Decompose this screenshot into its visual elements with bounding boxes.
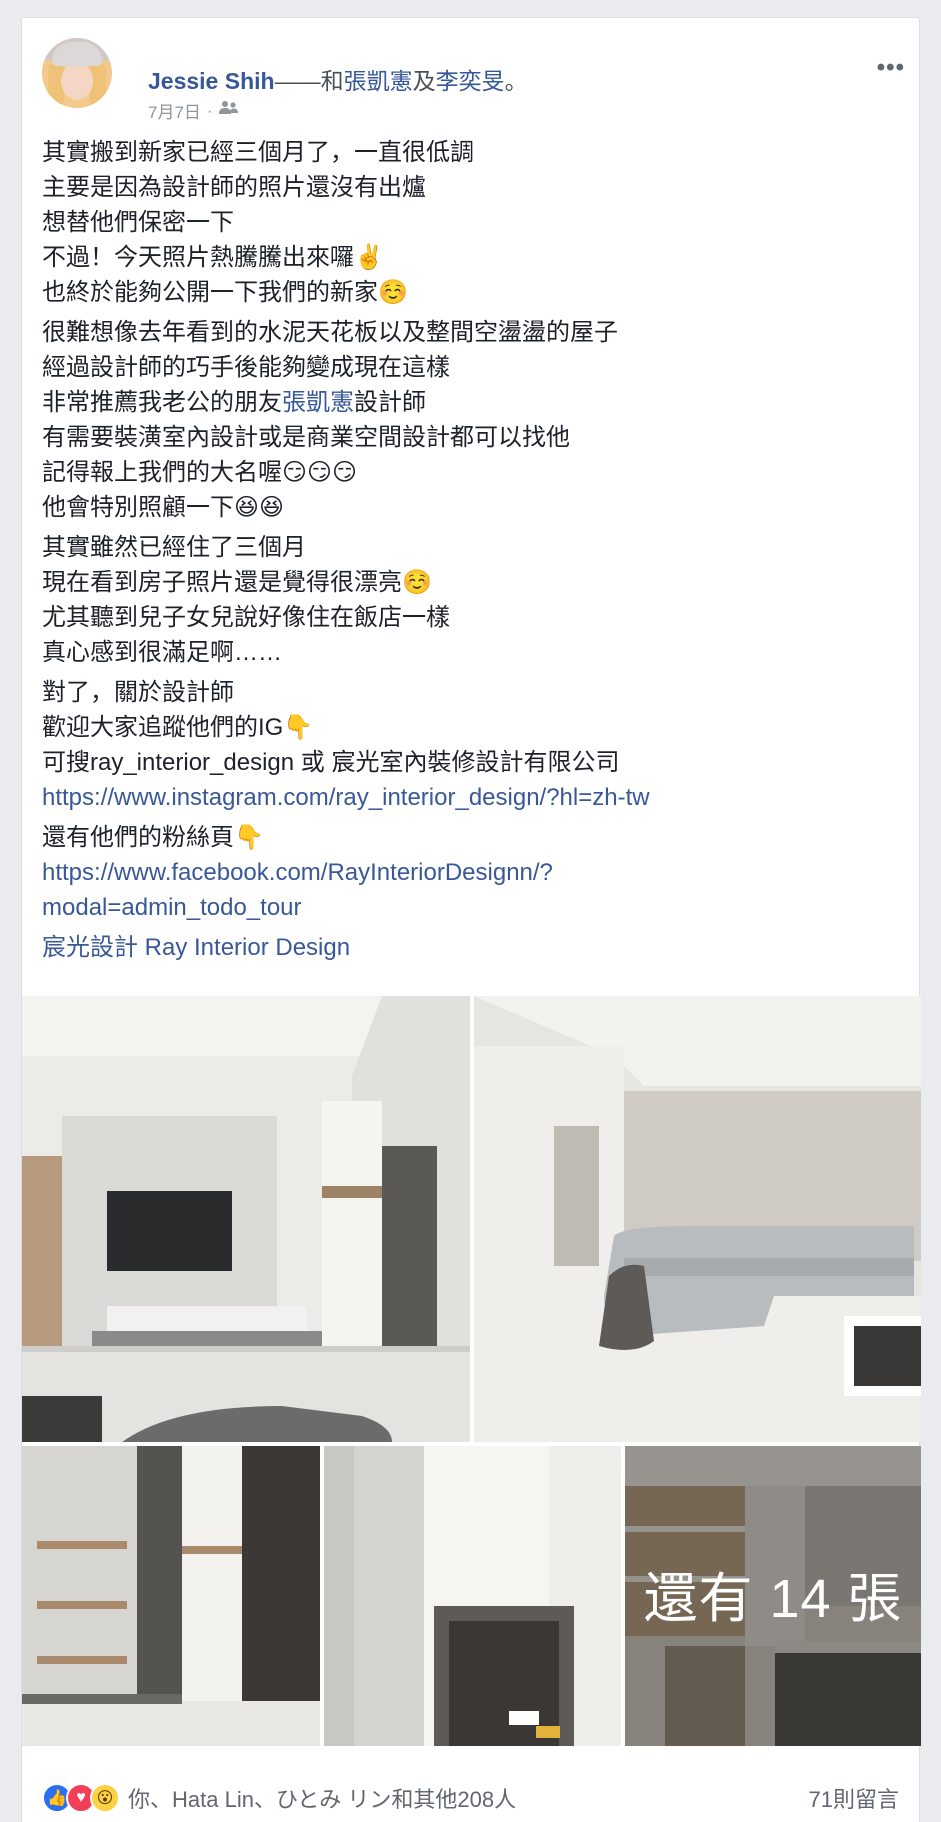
text-line: 其實雖然已經住了三個月 (42, 534, 306, 561)
post-meta: 7月7日 · (148, 98, 239, 123)
text-segment: 設計師 (354, 389, 426, 416)
author-name[interactable]: Jessie Shih (148, 68, 275, 94)
text-line: 其實搬到新家已經三個月了，一直很低調 (42, 139, 474, 166)
paragraph-3: 其實雖然已經住了三個月 現在看到房子照片還是覺得很漂亮☺️ 尤其聽到兒子女兒說好… (42, 530, 902, 670)
text-line: 想替他們保密一下 (42, 209, 234, 236)
facebook-page-link[interactable]: https://www.facebook.com/RayInteriorDesi… (42, 855, 902, 890)
designer-mention-link[interactable]: 張凱憲 (282, 389, 354, 416)
photo-living-room-sofa[interactable] (474, 996, 921, 1442)
text-line: 有需要裝潢室內設計或是商業空間設計都可以找他 (42, 424, 570, 451)
post-card: Jessie Shih——和張凱憲及李奕旻。 7月7日 · ••• 其實搬到新家… (21, 17, 921, 1822)
name-suffix: 。 (504, 68, 528, 94)
photo-cabinet[interactable] (324, 1446, 621, 1746)
text-line: 主要是因為設計師的照片還沒有出爐 (42, 174, 426, 201)
page-mention-link[interactable]: 宸光設計 Ray Interior Design (42, 930, 902, 965)
paragraph-4: 對了，關於設計師 歡迎大家追蹤他們的IG👇 可搜ray_interior_des… (42, 675, 902, 815)
paragraph-6: 宸光設計 Ray Interior Design (42, 930, 902, 965)
facebook-page-link-cont[interactable]: modal=admin_todo_tour (42, 890, 902, 925)
text-line: 記得報上我們的大名喔😏😏😏 (42, 459, 358, 486)
text-line: 還有他們的粉絲頁👇 (42, 824, 264, 851)
text-line: 經過設計師的巧手後能夠變成現在這樣 (42, 354, 450, 381)
text-line: 非常推薦我老公的朋友張凱憲設計師 (42, 385, 902, 420)
paragraph-5: 還有他們的粉絲頁👇 https://www.facebook.com/RayIn… (42, 820, 902, 925)
wow-icon: 😮 (90, 1783, 120, 1813)
text-line: 現在看到房子照片還是覺得很漂亮☺️ (42, 569, 432, 596)
text-segment: 非常推薦我老公的朋友 (42, 389, 282, 416)
with-prefix: ——和 (274, 68, 344, 94)
text-line: 真心感到很滿足啊…… (42, 639, 282, 666)
reaction-icons[interactable]: 👍 ♥ 😮 (42, 1783, 120, 1813)
photo-bedroom-more[interactable]: 還有 14 張 (625, 1446, 921, 1746)
post-date[interactable]: 7月7日 (148, 98, 201, 123)
comments-count[interactable]: 71則留言 (809, 1782, 899, 1814)
text-line: 尤其聽到兒子女兒說好像住在飯店一樣 (42, 604, 450, 631)
and-word: 及 (412, 68, 436, 94)
more-options-icon[interactable]: ••• (877, 54, 905, 82)
text-line: 他會特別照顧一下😆😆 (42, 494, 285, 521)
friends-icon[interactable] (218, 100, 239, 121)
avatar[interactable] (42, 38, 112, 108)
photo-grid: 還有 14 張 (22, 996, 921, 1766)
photo-shelves[interactable] (22, 1446, 320, 1746)
text-line: 歡迎大家追蹤他們的IG👇 (42, 714, 314, 741)
text-line: 對了，關於設計師 (42, 679, 234, 706)
post-author-line: Jessie Shih——和張凱憲及李奕旻。 (148, 62, 528, 96)
post-footer: 👍 ♥ 😮 你、Hata Lin、ひとみ リン和其他208人 71則留言 (42, 1778, 899, 1818)
reactions-summary[interactable]: 你、Hata Lin、ひとみ リン和其他208人 (128, 1782, 516, 1814)
text-line: 可搜ray_interior_design 或 宸光室內裝修設計有限公司 (42, 749, 620, 776)
post-text: 其實搬到新家已經三個月了，一直很低調 主要是因為設計師的照片還沒有出爐 想替他們… (42, 135, 902, 970)
post-header: Jessie Shih——和張凱憲及李奕旻。 7月7日 · ••• (42, 38, 904, 122)
more-photos-overlay-text: 還有 14 張 (643, 1569, 903, 1629)
tagged-friend-1[interactable]: 張凱憲 (344, 68, 413, 94)
text-line: 很難想像去年看到的水泥天花板以及整間空盪盪的屋子 (42, 319, 618, 346)
paragraph-1: 其實搬到新家已經三個月了，一直很低調 主要是因為設計師的照片還沒有出爐 想替他們… (42, 135, 902, 310)
text-line: 也終於能夠公開一下我們的新家☺️ (42, 279, 408, 306)
tagged-friend-2[interactable]: 李奕旻 (436, 68, 505, 94)
instagram-link[interactable]: https://www.instagram.com/ray_interior_d… (42, 780, 902, 815)
photo-living-room-tv[interactable] (22, 996, 470, 1442)
meta-separator: · (206, 100, 213, 120)
text-line: 不過！今天照片熱騰騰出來囉✌️ (42, 244, 384, 271)
paragraph-2: 很難想像去年看到的水泥天花板以及整間空盪盪的屋子 經過設計師的巧手後能夠變成現在… (42, 315, 902, 525)
